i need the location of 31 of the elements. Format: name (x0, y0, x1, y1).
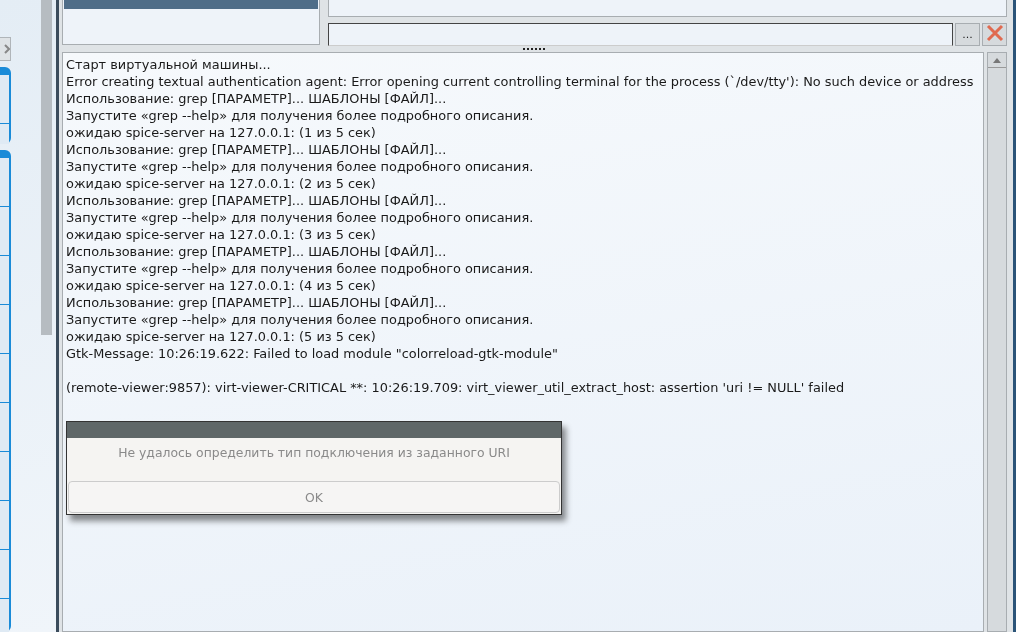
log-line: Старт виртуальной машины... (66, 56, 272, 73)
text-area[interactable] (328, 0, 1007, 17)
splitter-handle[interactable] (521, 47, 548, 51)
log-line: Использование: grep [ПАРАМЕТР]... ШАБЛОНЫ [ФАЙЛ]... (66, 243, 448, 260)
log-line: ожидаю spice-server на 127.0.0.1: (3 из 5 сек) (66, 226, 377, 243)
log-line: ожидаю spice-server на 127.0.0.1: (2 из 5 сек) (66, 175, 377, 192)
scrollbar[interactable] (987, 52, 1007, 632)
log-line: Запустите «grep --help» для получения более подробного описания. (66, 158, 535, 175)
log-line: ожидаю spice-server на 127.0.0.1: (5 из 5 сек) (66, 328, 377, 345)
path-field[interactable] (328, 23, 953, 46)
log-line: Запустите «grep --help» для получения более подробного описания. (66, 107, 535, 124)
close-icon (985, 24, 1004, 42)
log-line: Gtk-Message: 10:26:19.622: Failed to load module "colorreload-gtk-module" (66, 345, 559, 362)
log-line: Использование: grep [ПАРАМЕТР]... ШАБЛОНЫ [ФАЙЛ]... (66, 90, 448, 107)
log-line: Запустите «grep --help» для получения более подробного описания. (66, 209, 535, 226)
log-line: Error creating textual authentication agent: Error opening current controlling terminal for the process (`/dev/tty'): No such device or address (66, 73, 975, 90)
scroll-up-icon (993, 57, 1001, 63)
close-button[interactable] (982, 23, 1007, 46)
scrollbar[interactable] (41, 0, 52, 335)
log-line: ожидаю spice-server на 127.0.0.1: (4 из 5 сек) (66, 277, 377, 294)
log-line: Использование: grep [ПАРАМЕТР]... ШАБЛОНЫ [ФАЙЛ]... (66, 141, 448, 158)
log-line: (remote-viewer:9857): virt-viewer-CRITICAL **: 10:26:19.709: virt_viewer_util_extract_host: assertion 'uri != NULL' failed (66, 379, 846, 396)
log-line: Запустите «grep --help» для получения более подробного описания. (66, 260, 535, 277)
log-line: Использование: grep [ПАРАМЕТР]... ШАБЛОНЫ [ФАЙЛ]... (66, 294, 448, 311)
log-line: ожидаю spice-server на 127.0.0.1: (1 из 5 сек) (66, 124, 377, 141)
expand-button[interactable] (0, 37, 11, 61)
log-line: Использование: grep [ПАРАМЕТР]... ШАБЛОНЫ [ФАЙЛ]... (66, 192, 448, 209)
browse-button[interactable]: ... (955, 23, 980, 46)
log-line: Запустите «grep --help» для получения более подробного описания. (66, 311, 535, 328)
chevron-right-icon (4, 44, 10, 54)
dialog-message: Не удалось определить тип подключения из заданного URI (117, 444, 511, 462)
